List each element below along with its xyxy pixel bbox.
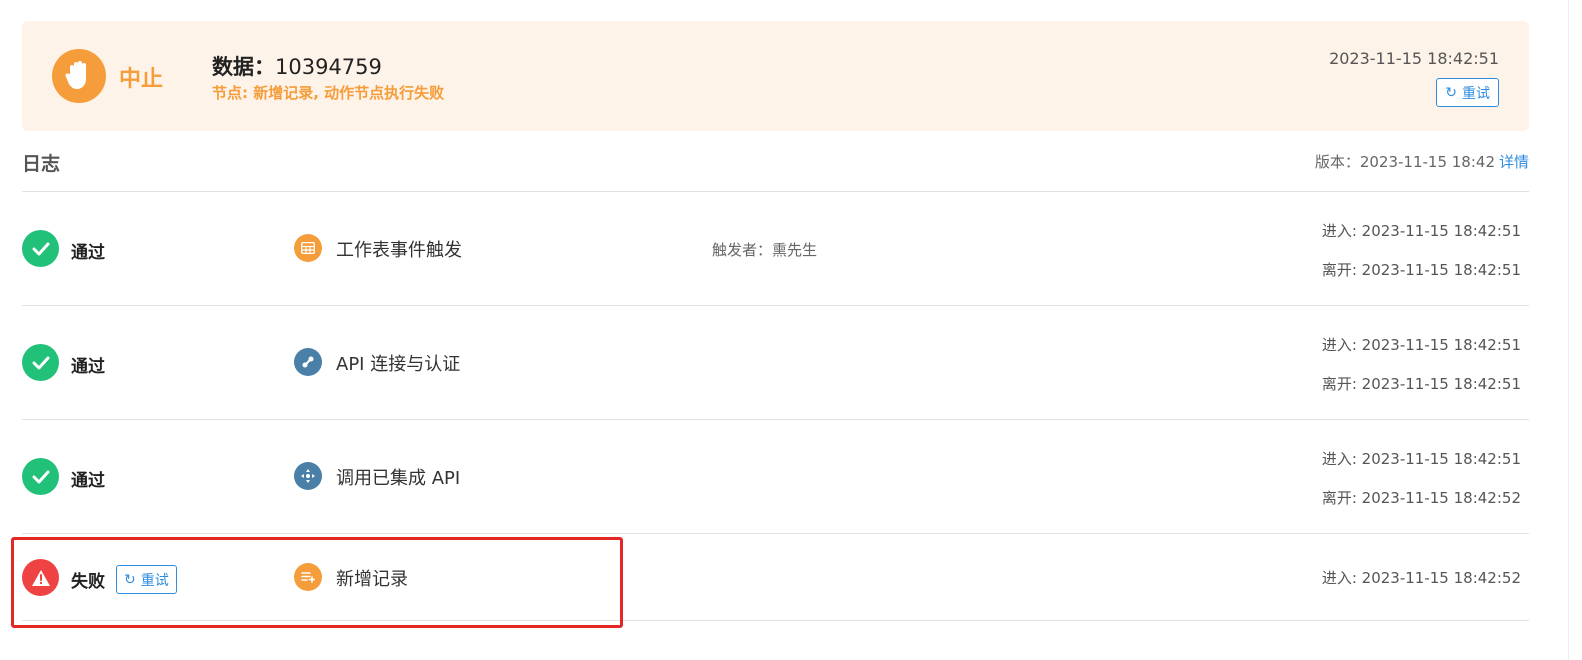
status-label: 通过 — [71, 357, 105, 377]
check-icon — [22, 458, 59, 495]
node-error-info: 节点: 新增记录, 动作节点执行失败 — [212, 84, 445, 102]
data-key: 数据： — [212, 55, 275, 79]
api-connect-icon — [294, 348, 322, 376]
log-row: 通过 调用已集成 API 进入: 2023-11-15 18:42:51 离开:… — [22, 420, 1529, 534]
status-label: 通过 — [71, 471, 105, 491]
node-name[interactable]: 调用已集成 API — [336, 464, 460, 490]
data-value: 10394759 — [275, 55, 382, 79]
api-call-icon — [294, 462, 322, 490]
leave-time: 离开: 2023-11-15 18:42:52 — [1321, 489, 1521, 507]
trigger-info: 触发者：熏先生 — [712, 241, 818, 259]
check-icon — [22, 230, 59, 267]
refresh-icon: ↻ — [1445, 84, 1457, 101]
node-name[interactable]: API 连接与认证 — [336, 350, 460, 376]
enter-time: 进入: 2023-11-15 18:42:51 — [1321, 222, 1521, 240]
version-info: 版本：2023-11-15 18:42 详情 — [1315, 151, 1529, 172]
enter-time: 进入: 2023-11-15 18:42:51 — [1321, 336, 1521, 354]
check-icon — [22, 344, 59, 381]
leave-time: 离开: 2023-11-15 18:42:51 — [1321, 375, 1521, 393]
log-title: 日志 — [22, 153, 61, 175]
scrollbar-track[interactable] — [1568, 0, 1582, 660]
status-label: 通过 — [71, 243, 105, 263]
retry-label: 重试 — [1462, 85, 1490, 102]
worksheet-icon — [294, 234, 322, 262]
enter-time: 进入: 2023-11-15 18:42:52 — [1321, 569, 1521, 587]
details-link[interactable]: 详情 — [1499, 153, 1529, 171]
data-id: 数据：10394759 — [212, 51, 382, 81]
log-row: 通过 工作表事件触发 触发者：熏先生 进入: 2023-11-15 18:42:… — [22, 192, 1529, 306]
hand-stop-icon — [52, 49, 106, 103]
stop-status-label: 中止 — [119, 67, 164, 92]
leave-time: 离开: 2023-11-15 18:42:51 — [1321, 261, 1521, 279]
log-row: 通过 API 连接与认证 进入: 2023-11-15 18:42:51 离开:… — [22, 306, 1529, 420]
enter-time: 进入: 2023-11-15 18:42:51 — [1321, 450, 1521, 468]
node-name[interactable]: 工作表事件触发 — [336, 236, 462, 262]
highlight-annotation — [11, 537, 623, 628]
version-text: 版本：2023-11-15 18:42 — [1314, 153, 1495, 171]
status-banner: 中止 数据：10394759 节点: 新增记录, 动作节点执行失败 2023-1… — [22, 21, 1529, 131]
retry-button[interactable]: ↻ 重试 — [1436, 78, 1499, 107]
banner-timestamp: 2023-11-15 18:42:51 — [1329, 49, 1499, 68]
